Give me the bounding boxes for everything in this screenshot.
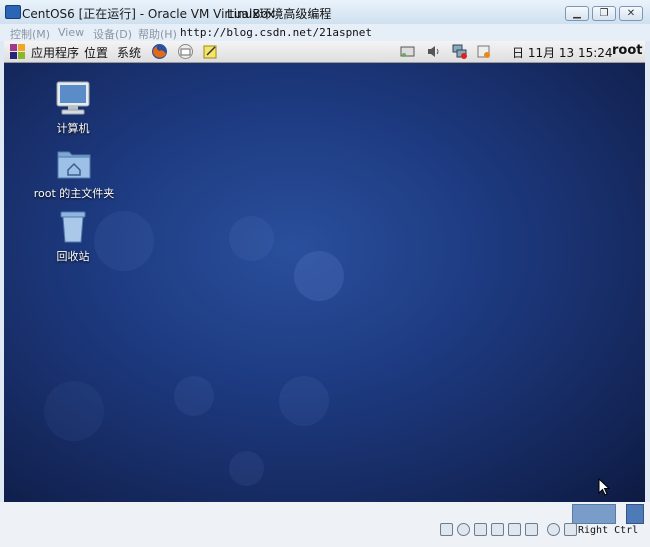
keyboard-capture-icon[interactable] bbox=[564, 523, 577, 536]
shared-folders-icon[interactable] bbox=[508, 523, 521, 536]
mouse-integration-icon[interactable] bbox=[547, 523, 560, 536]
seamless-icon[interactable] bbox=[626, 504, 644, 524]
desktop-icon-label: 回收站 bbox=[56, 250, 90, 263]
desktop-icon-label: 计算机 bbox=[56, 122, 90, 135]
cdrom-icon[interactable] bbox=[457, 523, 470, 536]
usb-icon[interactable] bbox=[474, 523, 487, 536]
menu-view[interactable]: View bbox=[58, 26, 84, 39]
network-disconnected-icon[interactable] bbox=[451, 43, 468, 60]
user-menu[interactable]: root bbox=[612, 43, 643, 58]
bg-bubble bbox=[174, 376, 214, 416]
restore-icon: ❐ bbox=[599, 8, 609, 19]
minimize-icon: ▁ bbox=[573, 8, 581, 19]
window-title-extra: Linux环境高级编程 bbox=[227, 7, 332, 21]
vm-display[interactable]: 应用程序 位置 系统 日 11月 13 15:24 root 计算机 root … bbox=[4, 41, 645, 502]
virtualbox-icon bbox=[5, 5, 21, 19]
home-folder-icon bbox=[57, 151, 91, 179]
network-icon[interactable] bbox=[399, 43, 416, 60]
update-icon[interactable] bbox=[475, 43, 492, 60]
menu-help[interactable]: 帮助(H) bbox=[138, 26, 177, 42]
restore-button[interactable]: ❐ bbox=[592, 6, 616, 21]
menu-control[interactable]: 控制(M) bbox=[10, 26, 50, 42]
watermark-url: http://blog.csdn.net/21aspnet bbox=[180, 26, 373, 39]
close-button[interactable]: ✕ bbox=[619, 6, 643, 21]
harddisk-icon[interactable] bbox=[440, 523, 453, 536]
note-edit-icon[interactable] bbox=[202, 43, 219, 60]
trash-icon bbox=[60, 211, 86, 243]
window-titlebar: CentOS6 [正在运行] - Oracle VM VirtualBox Li… bbox=[0, 0, 650, 25]
places-menu[interactable]: 位置 bbox=[84, 44, 108, 61]
applications-menu[interactable]: 应用程序 bbox=[31, 44, 79, 61]
gnome-panel: 应用程序 位置 系统 日 11月 13 15:24 root bbox=[4, 41, 645, 63]
bg-bubble bbox=[279, 376, 329, 426]
mail-icon[interactable] bbox=[177, 43, 194, 60]
minimize-button[interactable]: ▁ bbox=[565, 6, 589, 21]
desktop-icon-trash[interactable]: 回收站 bbox=[40, 209, 106, 264]
clock[interactable]: 日 11月 13 15:24 bbox=[512, 44, 613, 61]
close-icon: ✕ bbox=[626, 8, 636, 19]
computer-icon bbox=[56, 81, 90, 115]
firefox-icon[interactable] bbox=[151, 43, 168, 60]
desktop-icon-home-folder[interactable]: root 的主文件夹 bbox=[29, 146, 119, 201]
bg-bubble bbox=[294, 251, 344, 301]
host-key-label: Right Ctrl bbox=[578, 525, 639, 536]
system-menu[interactable]: 系统 bbox=[117, 44, 141, 61]
bg-bubble bbox=[229, 216, 274, 261]
network-adapter-icon[interactable] bbox=[491, 523, 504, 536]
centos-logo-icon bbox=[10, 44, 25, 59]
bg-bubble bbox=[44, 381, 104, 441]
desktop-icon-label: root 的主文件夹 bbox=[33, 187, 115, 200]
display-switch-icon[interactable] bbox=[572, 504, 616, 524]
menu-devices[interactable]: 设备(D) bbox=[93, 26, 132, 42]
mouse-cursor-icon bbox=[598, 478, 610, 496]
capture-icon[interactable] bbox=[525, 523, 538, 536]
bg-bubble bbox=[229, 451, 264, 486]
volume-icon[interactable] bbox=[425, 43, 442, 60]
desktop-icon-computer[interactable]: 计算机 bbox=[40, 79, 106, 136]
